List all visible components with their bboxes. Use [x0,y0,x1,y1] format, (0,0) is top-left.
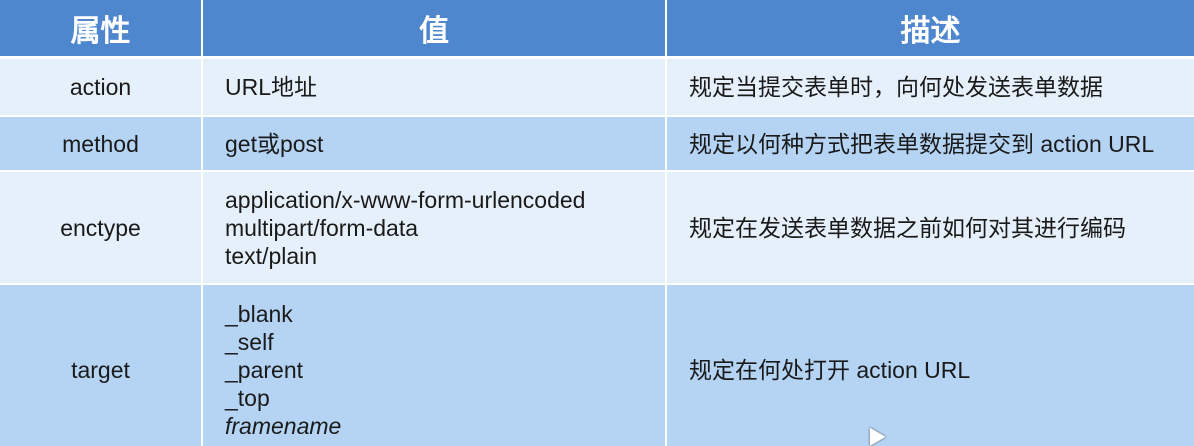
value-cell: URL地址 [202,57,667,117]
value-item: _top [225,385,270,411]
description-cell: 规定在何处打开 action URL [666,284,1194,446]
value-item: application/x-www-form-urlencoded [225,186,586,213]
value-item: URL地址 [225,74,318,100]
value-cell: _blank _self _parent _top framename [202,284,667,446]
header-description: 描述 [666,0,1194,59]
value-item: _parent [225,357,304,383]
value-item: get或post [225,130,324,157]
value-item: multipart/form-data [225,214,419,241]
value-item: framename [225,413,342,439]
description-cell: 规定当提交表单时，向何处发送表单数据 [666,57,1194,117]
slide-frame: 属性 值 描述 action URL地址 规定当提交表单时，向何处发送表单数据 … [0,0,1194,446]
value-item: text/plain [225,242,318,269]
value-item: _blank [225,301,293,327]
attribute-cell: enctype [0,171,203,285]
attribute-cell: method [0,116,203,172]
value-cell: application/x-www-form-urlencoded multip… [202,171,667,285]
attribute-cell: action [0,57,203,117]
value-cell: get或post [202,116,667,172]
form-attributes-table: 属性 值 描述 action URL地址 规定当提交表单时，向何处发送表单数据 … [0,0,1194,446]
value-item: _self [225,329,274,355]
description-cell: 规定以何种方式把表单数据提交到 action URL [666,116,1194,172]
table-row: method get或post 规定以何种方式把表单数据提交到 action U… [0,116,1194,172]
table-row: target _blank _self _parent _top framena… [0,284,1194,446]
header-attribute: 属性 [0,0,203,59]
header-value: 值 [202,0,667,59]
description-cell: 规定在发送表单数据之前如何对其进行编码 [666,171,1194,285]
table-header-row: 属性 值 描述 [0,0,1194,59]
table-row: action URL地址 规定当提交表单时，向何处发送表单数据 [0,57,1194,117]
table-row: enctype application/x-www-form-urlencode… [0,171,1194,285]
attribute-cell: target [0,284,203,446]
